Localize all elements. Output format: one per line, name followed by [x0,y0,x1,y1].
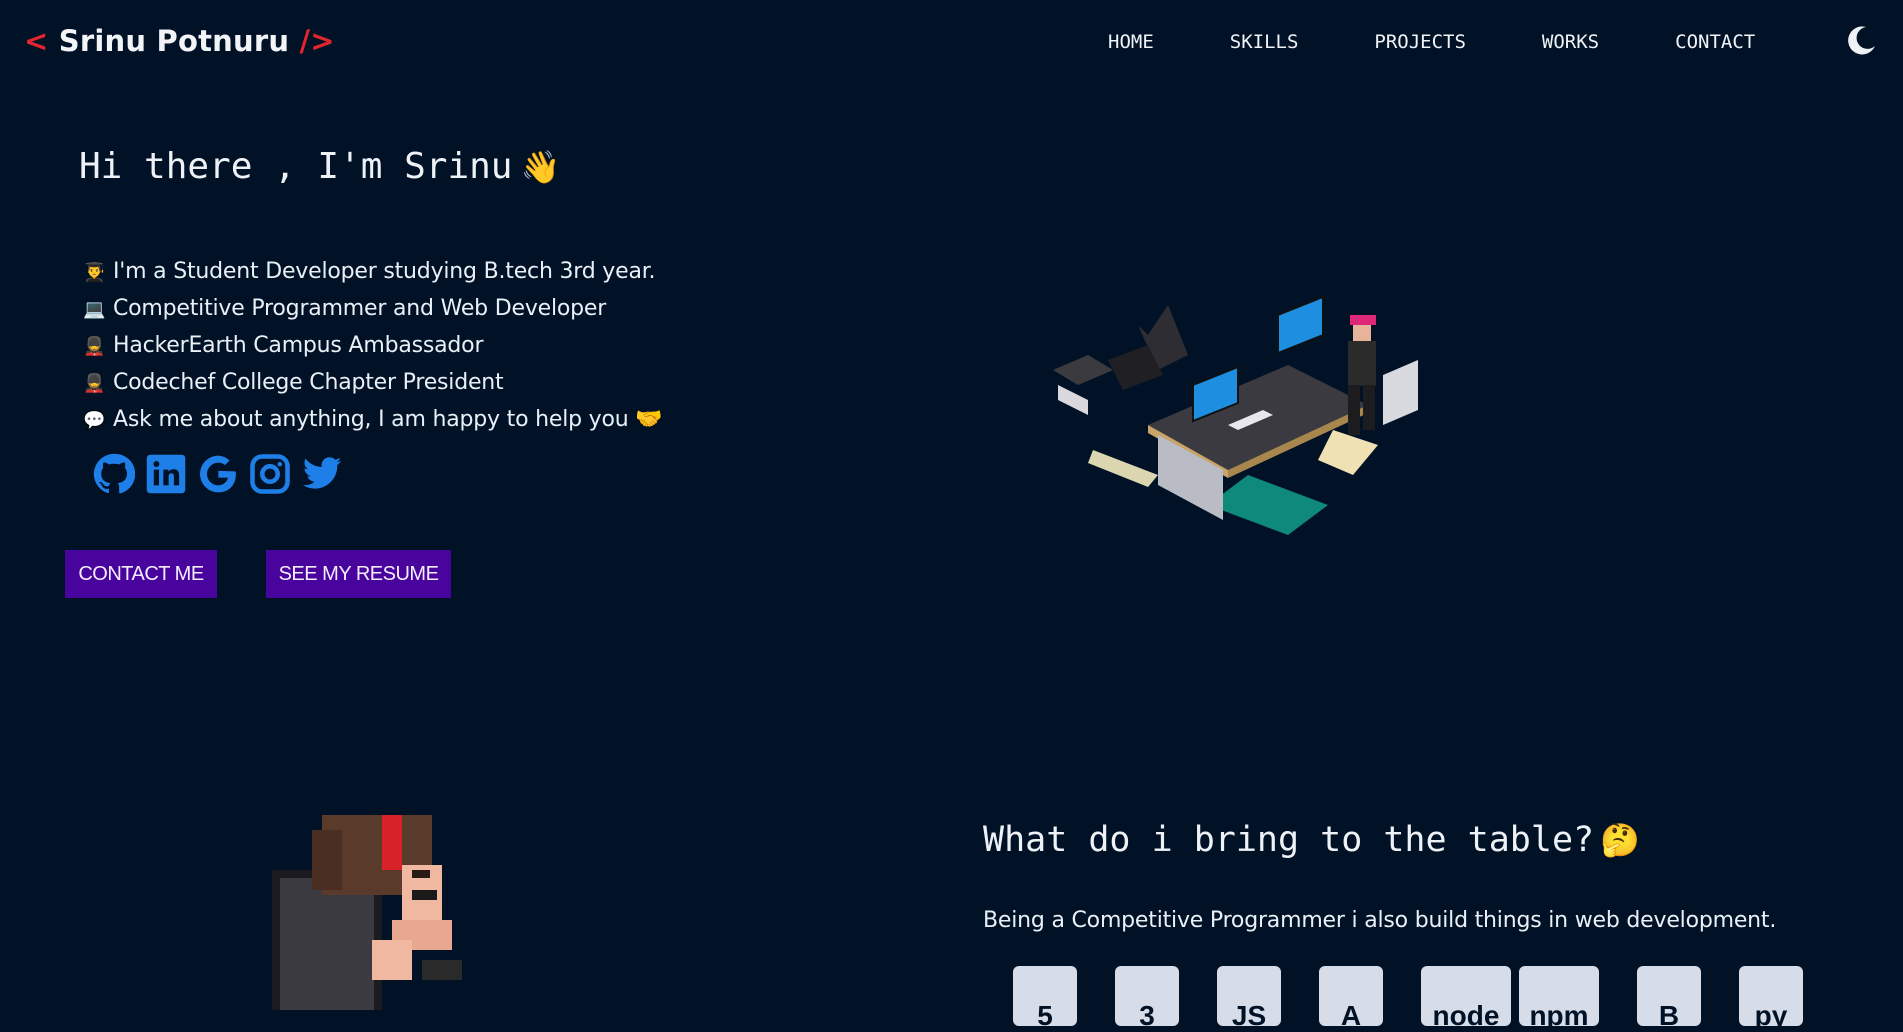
nav-link-skills[interactable]: SKILLS [1230,31,1299,53]
intro-list: 👨‍🎓 I'm a Student Developer studying B.te… [83,254,663,439]
site-logo[interactable]: < Srinu Potnuru /> [24,24,335,58]
github-icon[interactable] [93,453,135,495]
intro-text: HackerEarth Campus Ambassador [113,333,484,358]
python-icon: py [1739,966,1803,1031]
html5-icon: 5 [1013,966,1077,1031]
section-description: Being a Competitive Programmer i also bu… [983,908,1777,933]
npm-icon: npm [1519,966,1599,1031]
laptop-emoji-icon: 💻 [83,299,106,320]
student-emoji-icon: 👨‍🎓 [83,262,106,283]
wave-emoji: 👋 [520,148,561,186]
logo-name: Srinu Potnuru [58,24,290,58]
nav-link-works[interactable]: WORKS [1542,31,1599,53]
section-title-text: What do i bring to the table? [983,820,1595,860]
hero-title: Hi there , I'm Srinu 👋 [79,146,560,187]
javascript-icon: JS [1217,966,1281,1031]
moon-icon[interactable] [1846,24,1878,56]
contact-me-button[interactable]: CONTACT ME [65,550,217,598]
intro-item: 👨‍🎓 I'm a Student Developer studying B.te… [83,254,662,291]
social-links [93,453,353,495]
nav-link-home[interactable]: HOME [1108,31,1154,53]
intro-item: 💂 HackerEarth Campus Ambassador [83,328,662,365]
intro-text: Competitive Programmer and Web Developer [113,296,607,321]
hero-title-text: Hi there , I'm Srinu [79,146,513,187]
nodejs-icon: node [1421,966,1511,1031]
css3-icon: 3 [1115,966,1179,1031]
linkedin-icon[interactable] [145,453,187,495]
nav-links: HOME SKILLS PROJECTS WORKS CONTACT [1108,31,1755,53]
intro-text: Ask me about anything, I am happy to hel… [113,407,663,432]
guard-emoji-icon: 💂 [83,373,106,394]
intro-text: I'm a Student Developer studying B.tech … [113,259,656,284]
intro-item: 💬 Ask me about anything, I am happy to he… [83,402,663,439]
twitter-icon[interactable] [301,453,343,495]
guard-emoji-icon: 💂 [83,336,106,357]
navbar: < Srinu Potnuru /> HOME SKILLS PROJECTS … [0,0,1903,88]
thinking-emoji: 🤔 [1600,821,1640,859]
developer-desk-illustration [1053,295,1418,535]
speech-bubble-emoji-icon: 💬 [83,410,106,431]
intro-item: 💂 Codechef College Chapter President [83,365,662,402]
tech-stack-icons: 5 3 JS A node npm B py [1013,966,1841,1031]
nav-link-projects[interactable]: PROJECTS [1374,31,1466,53]
instagram-icon[interactable] [249,453,291,495]
section-title: What do i bring to the table? 🤔 [983,820,1640,860]
logo-close-bracket: /> [299,24,335,58]
bootstrap-icon: B [1637,966,1701,1031]
intro-text: Codechef College Chapter President [113,370,504,395]
see-resume-button[interactable]: SEE MY RESUME [266,550,451,598]
pixel-character-illustration [272,815,462,1010]
logo-open-bracket: < [24,24,49,58]
nav-link-contact[interactable]: CONTACT [1675,31,1755,53]
intro-item: 💻 Competitive Programmer and Web Develope… [83,291,662,328]
google-icon[interactable] [197,453,239,495]
angular-icon: A [1319,966,1383,1031]
